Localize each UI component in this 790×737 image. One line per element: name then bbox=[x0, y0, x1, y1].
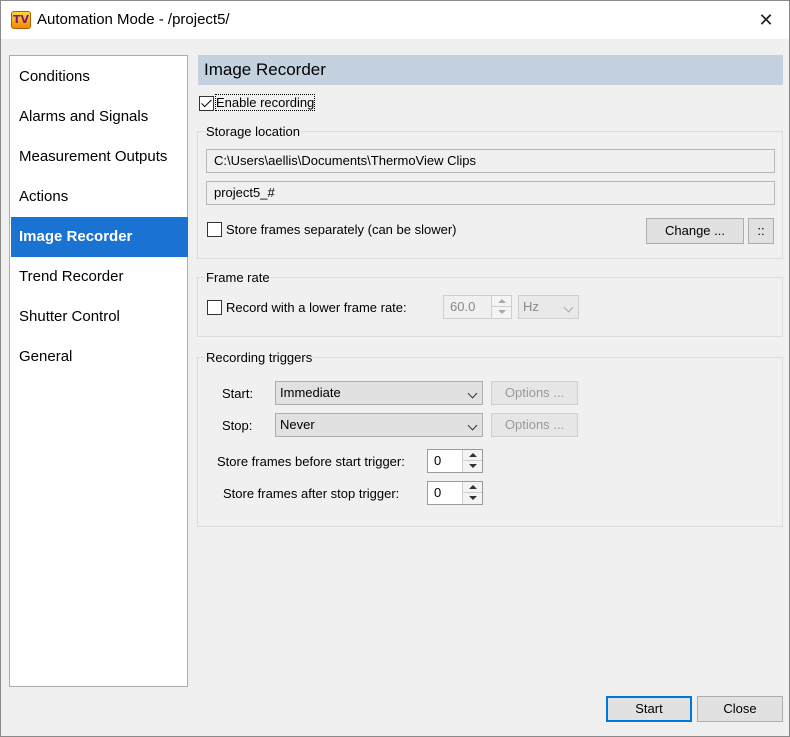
increment-arrow-icon[interactable] bbox=[463, 482, 482, 493]
frame-rate-spinner-buttons bbox=[491, 296, 511, 318]
frames-before-start-spinner-buttons bbox=[462, 450, 482, 472]
sidebar-item-general[interactable]: General bbox=[11, 337, 188, 377]
stop-trigger-dropdown[interactable]: Never bbox=[275, 413, 483, 437]
stop-options-button[interactable]: Options ... bbox=[491, 413, 578, 437]
decrement-arrow-icon[interactable] bbox=[492, 307, 511, 318]
sidebar-item-actions[interactable]: Actions bbox=[11, 177, 188, 217]
increment-arrow-icon[interactable] bbox=[463, 450, 482, 461]
stop-trigger-value: Never bbox=[280, 417, 315, 432]
frame-rate-unit-value: Hz bbox=[523, 299, 539, 314]
window-title: Automation Mode - /project5/ bbox=[37, 11, 230, 28]
start-trigger-label: Start: bbox=[222, 386, 254, 401]
sidebar-item-alarms-and-signals[interactable]: Alarms and Signals bbox=[11, 97, 188, 137]
storage-path-field[interactable]: C:\Users\aellis\Documents\ThermoView Cli… bbox=[206, 149, 775, 173]
frame-rate-spinner[interactable]: 60.0 bbox=[443, 295, 512, 319]
sidebar-item-measurement-outputs[interactable]: Measurement Outputs bbox=[11, 137, 188, 177]
lower-frame-rate-checkbox[interactable] bbox=[207, 300, 222, 315]
enable-recording-label[interactable]: Enable recording bbox=[214, 94, 316, 111]
increment-arrow-icon[interactable] bbox=[492, 296, 511, 307]
dialog-window: TV Automation Mode - /project5/ ✕ Condit… bbox=[0, 0, 790, 737]
start-trigger-value: Immediate bbox=[280, 385, 341, 400]
lower-frame-rate-label[interactable]: Record with a lower frame rate: bbox=[226, 300, 407, 315]
start-button[interactable]: Start bbox=[606, 696, 692, 722]
title-bar: TV Automation Mode - /project5/ ✕ bbox=[1, 1, 789, 39]
frames-after-stop-spinner[interactable]: 0 bbox=[427, 481, 483, 505]
frame-rate-value: 60.0 bbox=[450, 299, 476, 314]
store-frames-separately-checkbox[interactable] bbox=[207, 222, 222, 237]
file-name-pattern-field[interactable]: project5_# bbox=[206, 181, 775, 205]
frame-rate-unit-dropdown[interactable]: Hz bbox=[518, 295, 579, 319]
sidebar-item-shutter-control[interactable]: Shutter Control bbox=[11, 297, 188, 337]
start-options-button[interactable]: Options ... bbox=[491, 381, 578, 405]
more-options-button[interactable]: :: bbox=[748, 218, 774, 244]
decrement-arrow-icon[interactable] bbox=[463, 461, 482, 472]
chevron-down-icon bbox=[467, 420, 478, 431]
enable-recording-checkbox[interactable] bbox=[199, 96, 214, 111]
frame-rate-title: Frame rate bbox=[205, 270, 271, 285]
section-header: Image Recorder bbox=[198, 55, 783, 85]
frames-after-stop-value: 0 bbox=[434, 485, 442, 500]
app-icon: TV bbox=[11, 11, 31, 29]
sidebar-item-image-recorder[interactable]: Image Recorder bbox=[11, 217, 188, 257]
frames-before-start-label: Store frames before start trigger: bbox=[217, 454, 405, 469]
frames-before-start-spinner[interactable]: 0 bbox=[427, 449, 483, 473]
stop-trigger-label: Stop: bbox=[222, 418, 253, 433]
frames-after-stop-spinner-buttons bbox=[462, 482, 482, 504]
sidebar-item-conditions[interactable]: Conditions bbox=[11, 57, 188, 97]
chevron-down-icon bbox=[563, 302, 574, 313]
section-title: Image Recorder bbox=[204, 60, 326, 79]
sidebar-item-trend-recorder[interactable]: Trend Recorder bbox=[11, 257, 188, 297]
recording-triggers-title: Recording triggers bbox=[205, 350, 314, 365]
close-button[interactable]: Close bbox=[697, 696, 783, 722]
decrement-arrow-icon[interactable] bbox=[463, 493, 482, 504]
storage-location-title: Storage location bbox=[205, 124, 301, 139]
store-frames-separately-label[interactable]: Store frames separately (can be slower) bbox=[226, 222, 456, 237]
settings-sidebar: Conditions Alarms and Signals Measuremen… bbox=[9, 55, 188, 687]
start-trigger-dropdown[interactable]: Immediate bbox=[275, 381, 483, 405]
close-window-icon[interactable]: ✕ bbox=[743, 1, 789, 39]
chevron-down-icon bbox=[467, 388, 478, 399]
frames-after-stop-label: Store frames after stop trigger: bbox=[223, 486, 400, 501]
change-location-button[interactable]: Change ... bbox=[646, 218, 744, 244]
frames-before-start-value: 0 bbox=[434, 453, 442, 468]
